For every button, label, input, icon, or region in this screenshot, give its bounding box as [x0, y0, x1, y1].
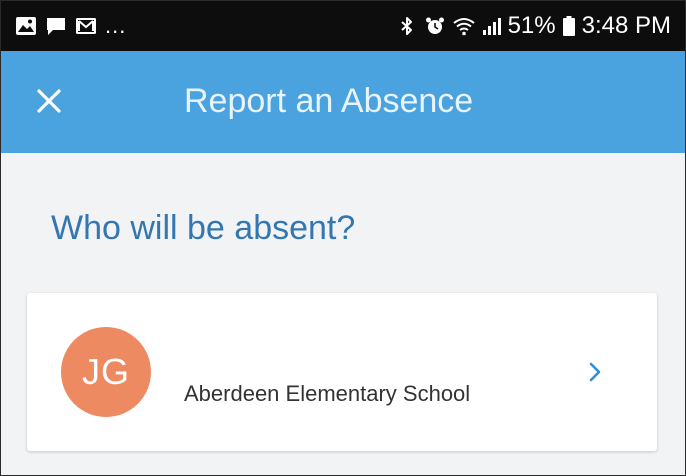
page-title: Report an Absence	[184, 82, 474, 120]
status-overflow: ...	[105, 13, 127, 38]
gmail-icon	[75, 15, 97, 37]
image-icon	[15, 15, 37, 37]
signal-icon	[480, 15, 502, 37]
status-time: 3:48 PM	[581, 12, 671, 39]
chevron-right-icon	[583, 357, 607, 387]
bluetooth-icon	[396, 15, 418, 37]
battery-icon	[562, 15, 576, 37]
status-bar-left: ...	[15, 11, 126, 41]
avatar: JG	[61, 327, 151, 417]
screen-frame: ... 51% 3:48 PM Report an Absence Who wi…	[0, 0, 686, 476]
wifi-icon	[452, 15, 475, 37]
question-heading: Who will be absent?	[51, 209, 356, 247]
alarm-icon	[424, 15, 446, 37]
status-bar: ... 51% 3:48 PM	[1, 1, 685, 51]
status-bar-right: 51% 3:48 PM	[396, 11, 671, 41]
chat-icon	[45, 15, 67, 37]
school-name: Aberdeen Elementary School	[184, 381, 471, 406]
battery-percent: 51%	[507, 12, 556, 39]
app-bar: Report an Absence	[1, 51, 685, 153]
student-card[interactable]: JG Aberdeen Elementary School	[27, 293, 657, 451]
close-button[interactable]	[27, 81, 71, 125]
close-icon	[36, 88, 62, 119]
